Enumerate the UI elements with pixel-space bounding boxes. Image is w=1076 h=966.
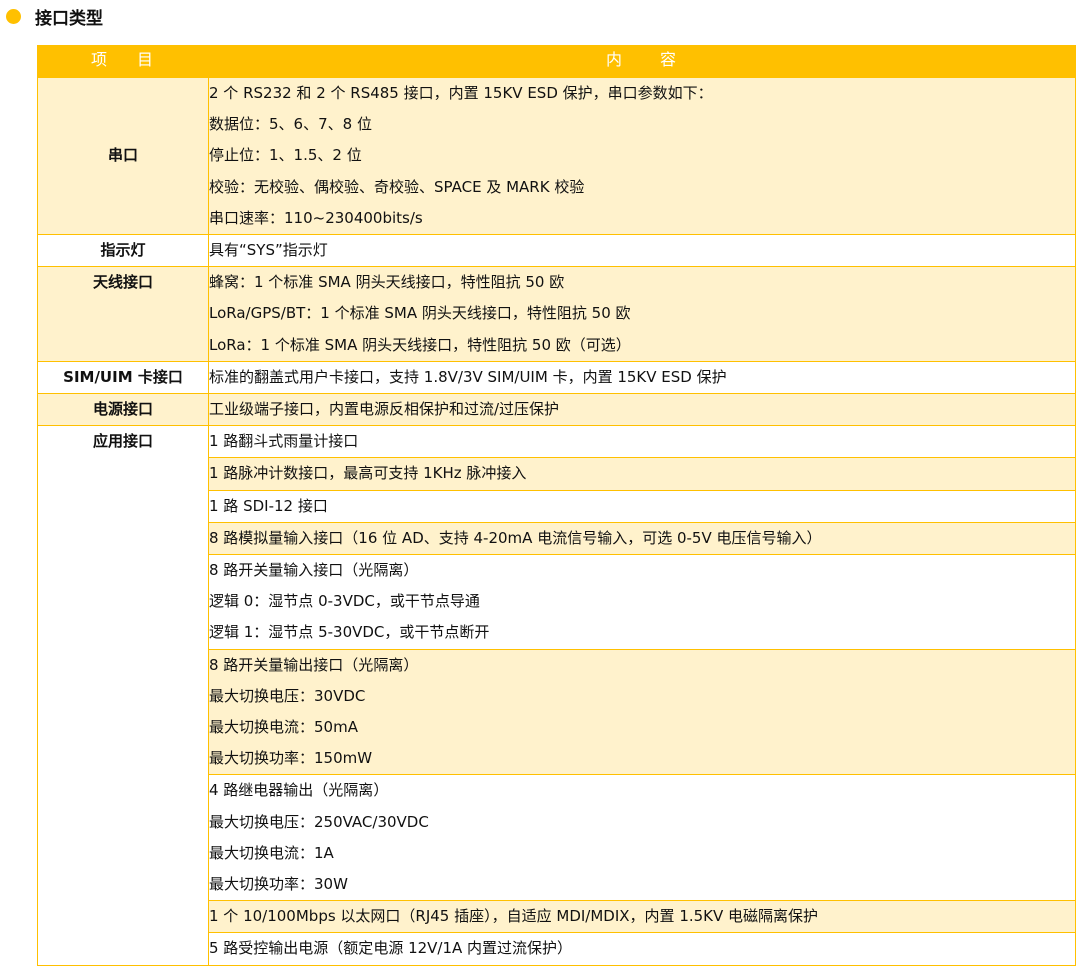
app-group: 1 路 SDI-12 接口 <box>208 489 1076 523</box>
section-title: 接口类型 <box>35 8 103 29</box>
content-line: 逻辑 0：湿节点 0-3VDC，或干节点导通 <box>209 592 480 611</box>
table-row-serial: 串口 2 个 RS232 和 2 个 RS485 接口，内置 15KV ESD … <box>37 76 1076 236</box>
content-line: 串口速率：110~230400bits/s <box>209 208 423 227</box>
app-group: 4 路继电器输出（光隔离） 最大切换电压：250VAC/30VDC 最大切换电流… <box>208 774 1076 902</box>
app-group: 1 个 10/100Mbps 以太网口（RJ45 插座），自适应 MDI/MDI… <box>208 900 1076 934</box>
app-group: 8 路开关量输入接口（光隔离） 逻辑 0：湿节点 0-3VDC，或干节点导通 逻… <box>208 554 1076 650</box>
row-label: 电源接口 <box>37 393 209 427</box>
table-row-antenna: 天线接口 蜂窝：1 个标准 SMA 阴头天线接口，特性阻抗 50 欧 LoRa/… <box>37 266 1076 362</box>
content-line: 数据位：5、6、7、8 位 <box>209 115 372 134</box>
content-line: 1 路翻斗式雨量计接口 <box>209 432 359 451</box>
header-item: 项目 <box>37 45 209 78</box>
content-line: 工业级端子接口，内置电源反相保护和过流/过压保护 <box>209 400 560 419</box>
content-line: 8 路开关量输出接口（光隔离） <box>209 655 419 674</box>
content-line: 最大切换电压：250VAC/30VDC <box>209 812 429 831</box>
content-line: 5 路受控输出电源（额定电源 12V/1A 内置过流保护） <box>209 939 573 958</box>
row-content: 2 个 RS232 和 2 个 RS485 接口，内置 15KV ESD 保护，… <box>208 76 1076 236</box>
app-group: 1 路翻斗式雨量计接口 <box>208 425 1076 459</box>
app-group: 8 路开关量输出接口（光隔离） 最大切换电压：30VDC 最大切换电流：50mA… <box>208 648 1076 776</box>
content-line: 1 路 SDI-12 接口 <box>209 496 328 515</box>
content-line: 2 个 RS232 和 2 个 RS485 接口，内置 15KV ESD 保护，… <box>209 84 713 102</box>
content-line: 具有“SYS”指示灯 <box>209 241 328 260</box>
table-row-power: 电源接口 工业级端子接口，内置电源反相保护和过流/过压保护 <box>37 393 1076 427</box>
app-group: 1 路脉冲计数接口，最高可支持 1KHz 脉冲接入 <box>208 457 1076 491</box>
content-line: 8 路开关量输入接口（光隔离） <box>209 561 419 580</box>
content-line: 4 路继电器输出（光隔离） <box>209 781 389 800</box>
row-content: 工业级端子接口，内置电源反相保护和过流/过压保护 <box>208 393 1076 427</box>
app-group: 5 路受控输出电源（额定电源 12V/1A 内置过流保护） <box>208 932 1076 966</box>
row-label: 天线接口 <box>37 266 209 362</box>
content-line: 最大切换功率：150mW <box>209 749 373 768</box>
row-label: 指示灯 <box>37 234 209 268</box>
content-line: 标准的翻盖式用户卡接口，支持 1.8V/3V SIM/UIM 卡，内置 15KV… <box>209 367 727 386</box>
table-row-sim: SIM/UIM 卡接口 标准的翻盖式用户卡接口，支持 1.8V/3V SIM/U… <box>37 360 1076 395</box>
table-row-indicator: 指示灯 具有“SYS”指示灯 <box>37 234 1076 268</box>
content-line: LoRa/GPS/BT：1 个标准 SMA 阴头天线接口，特性阻抗 50 欧 <box>209 304 631 323</box>
row-label: 串口 <box>37 76 209 236</box>
content-line: 最大切换电流：50mA <box>209 718 358 737</box>
bullet-icon <box>6 8 21 24</box>
interface-spec-table: 项目 内容 串口 2 个 RS232 和 2 个 RS485 接口，内置 15K… <box>37 45 1076 966</box>
content-line: 1 路脉冲计数接口，最高可支持 1KHz 脉冲接入 <box>209 464 527 483</box>
table-row-app: 应用接口 1 路翻斗式雨量计接口 <box>37 425 1076 966</box>
content-line: 最大切换功率：30W <box>209 875 348 894</box>
row-content: 标准的翻盖式用户卡接口，支持 1.8V/3V SIM/UIM 卡，内置 15KV… <box>208 360 1076 395</box>
row-label: SIM/UIM 卡接口 <box>37 360 209 395</box>
header-content: 内容 <box>208 45 1076 78</box>
content-line: 8 路模拟量输入接口（16 位 AD、支持 4-20mA 电流信号输入，可选 0… <box>209 528 822 547</box>
row-content: 具有“SYS”指示灯 <box>208 234 1076 268</box>
content-line: 逻辑 1：湿节点 5-30VDC，或干节点断开 <box>209 623 490 642</box>
section-heading: 接口类型 <box>6 4 103 29</box>
content-line: 校验：无校验、偶校验、奇校验、SPACE 及 MARK 校验 <box>209 177 585 196</box>
content-line: LoRa：1 个标准 SMA 阴头天线接口，特性阻抗 50 欧（可选） <box>209 335 631 354</box>
content-line: 蜂窝：1 个标准 SMA 阴头天线接口，特性阻抗 50 欧 <box>209 273 565 292</box>
content-line: 最大切换电流：1A <box>209 843 334 862</box>
row-content: 蜂窝：1 个标准 SMA 阴头天线接口，特性阻抗 50 欧 LoRa/GPS/B… <box>208 266 1076 362</box>
row-label: 应用接口 <box>37 425 209 966</box>
content-line: 最大切换电压：30VDC <box>209 686 366 705</box>
table-header-row: 项目 内容 <box>37 45 1076 78</box>
content-line: 1 个 10/100Mbps 以太网口（RJ45 插座），自适应 MDI/MDI… <box>209 907 819 926</box>
content-line: 停止位：1、1.5、2 位 <box>209 146 362 165</box>
app-group: 8 路模拟量输入接口（16 位 AD、支持 4-20mA 电流信号输入，可选 0… <box>208 521 1076 556</box>
